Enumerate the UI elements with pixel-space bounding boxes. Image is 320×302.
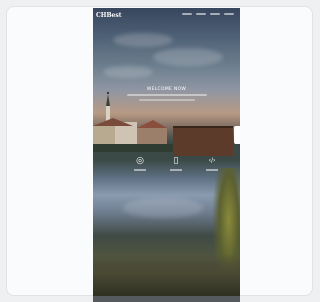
nav-link[interactable] [182,13,192,15]
hero-title: WELCOME NOW [146,87,187,92]
shoreline [93,254,240,300]
cloud [113,33,173,47]
feature-label [134,169,146,171]
nav-link[interactable] [224,13,234,15]
globe-icon: ◎ [136,156,144,166]
site-logo[interactable]: CHBest [96,12,121,19]
preview-scrollbar[interactable] [93,296,240,302]
code-icon: ‹/› [208,157,216,164]
website-preview[interactable]: CHBest WELCOME NOW ◎ ▯ ‹/› [93,8,240,300]
cloud [153,48,223,66]
feature-icons: ◎ ▯ ‹/› [133,156,219,171]
cloud-reflection [123,198,203,218]
feature-item[interactable]: ‹/› [205,156,219,171]
feature-label [170,169,182,171]
hero-subtitle-line [127,94,207,96]
hero-subtitle-line [139,99,195,101]
feature-item[interactable]: ▯ [169,156,183,171]
nav-link[interactable] [210,13,220,15]
covered-bridge [173,126,233,156]
feature-item[interactable]: ◎ [133,156,147,171]
mobile-icon: ▯ [173,156,179,166]
nav-menu [182,13,234,15]
side-tab[interactable] [234,126,240,144]
feature-label [206,169,218,171]
cloud [103,66,153,78]
nav-link[interactable] [196,13,206,15]
